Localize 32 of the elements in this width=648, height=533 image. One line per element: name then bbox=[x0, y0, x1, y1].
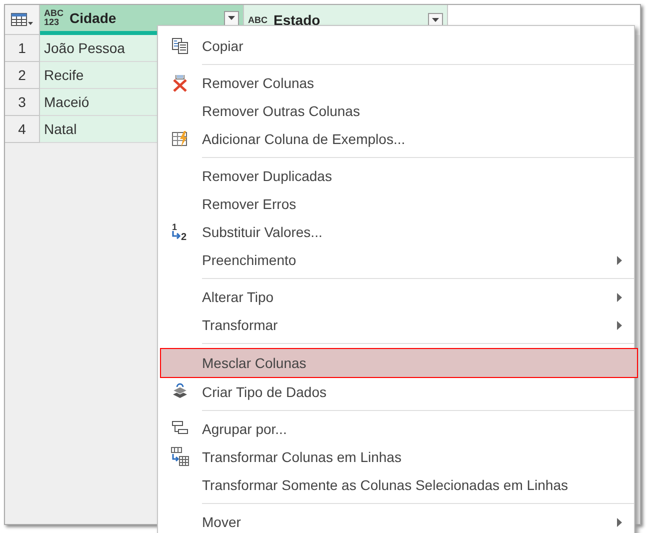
menu-item[interactable]: Transformar Colunas em Linhas bbox=[158, 443, 634, 471]
table-icon bbox=[11, 12, 33, 26]
type-icon: ABC 123 bbox=[44, 9, 64, 27]
table-lightning-icon bbox=[171, 130, 189, 148]
type-icon: ABC bbox=[248, 16, 268, 24]
table-menu-button[interactable] bbox=[5, 5, 40, 35]
submenu-arrow-icon bbox=[616, 518, 622, 526]
menu-item[interactable]: Remover Erros bbox=[158, 190, 634, 218]
menu-item[interactable]: Criar Tipo de Dados bbox=[158, 378, 634, 406]
layers-icon bbox=[171, 383, 189, 401]
row-number: 1 bbox=[5, 35, 40, 62]
submenu-arrow-icon bbox=[616, 320, 622, 330]
menu-item[interactable]: Transformar bbox=[158, 311, 634, 339]
row-number: 2 bbox=[5, 62, 40, 89]
menu-item[interactable]: Mesclar Colunas bbox=[160, 348, 638, 378]
menu-item[interactable]: Agrupar por... bbox=[158, 415, 634, 443]
menu-item[interactable]: 1 2 Substituir Valores... bbox=[158, 218, 634, 246]
row-number: 3 bbox=[5, 89, 40, 116]
submenu-arrow-icon bbox=[616, 256, 622, 264]
menu-item[interactable]: Transformar Somente as Colunas Selecionadas em Linhas bbox=[158, 471, 634, 499]
menu-item[interactable]: Preenchimento bbox=[158, 246, 634, 274]
delete-column-icon bbox=[171, 74, 189, 92]
caret-icon bbox=[432, 18, 439, 22]
row-number: 4 bbox=[5, 116, 40, 143]
caret-icon bbox=[228, 16, 235, 20]
filter-dropdown-button[interactable] bbox=[224, 10, 239, 26]
copy-icon bbox=[171, 37, 189, 55]
submenu-arrow-icon bbox=[616, 292, 622, 302]
unpivot-table-icon bbox=[170, 447, 190, 467]
menu-item[interactable]: Mover bbox=[158, 508, 634, 533]
menu-item[interactable]: Alterar Tipo bbox=[158, 283, 634, 311]
menu-item[interactable]: Remover Duplicadas bbox=[158, 162, 634, 190]
